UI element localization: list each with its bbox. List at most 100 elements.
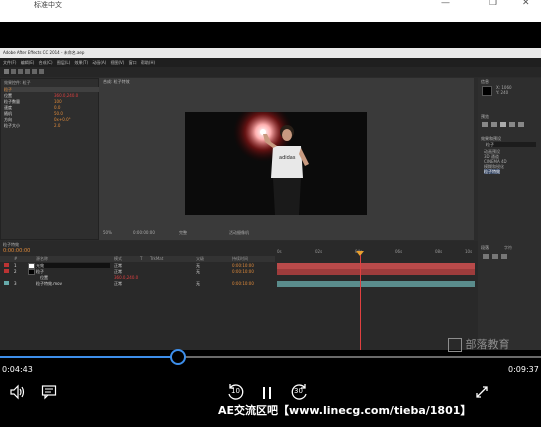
effect-controls-panel: 效果控件: 粒子 粒子 位置 360.0,240.0 粒子数量 100 速度 0… <box>0 78 99 240</box>
effect-value[interactable]: 100 <box>54 99 62 104</box>
align-buttons <box>483 254 535 259</box>
viewer-camera[interactable]: 活动摄像机 <box>229 230 249 235</box>
effect-label: 随机 <box>4 111 12 116</box>
effect-label: 速度 <box>4 105 12 110</box>
fullscreen-icon[interactable] <box>474 384 490 400</box>
effect-value[interactable]: 360.0,240.0 <box>54 93 78 98</box>
menu-item[interactable]: 编辑(E) <box>21 60 35 65</box>
effect-label: 粒子数量 <box>4 99 20 104</box>
total-time: 0:09:37 <box>508 365 539 374</box>
play-icon[interactable] <box>500 122 506 127</box>
effect-rows: 粒子 位置 360.0,240.0 粒子数量 100 速度 0.0 随机 50.… <box>1 87 100 132</box>
last-frame-icon[interactable] <box>518 122 524 127</box>
info-tab[interactable]: 信息 <box>481 79 489 84</box>
col-header: 父级 <box>196 256 204 261</box>
col-header: # <box>14 256 18 261</box>
preview-tab[interactable]: 预览 <box>481 114 489 119</box>
ae-toolbar <box>0 67 541 77</box>
menu-item[interactable]: 动画(A) <box>92 60 106 65</box>
panel-header: 效果控件: 粒子 <box>4 80 31 85</box>
video-caption: AE交流区吧【www.linecg.com/tieba/1801】 <box>218 404 472 417</box>
watermark-logo: 部落教育 <box>448 336 510 352</box>
timeline-tab[interactable]: 粒子特效 <box>3 242 19 247</box>
right-panels: 信息 X: 1060 Y: 240 预览 效果和预设 粒子 动画预设 3D 通道… <box>478 78 541 244</box>
col-header: 模式 <box>114 256 122 261</box>
selection-tool-icon[interactable] <box>4 69 9 74</box>
video-figure-image: adidas <box>185 112 367 215</box>
col-header: TrkMat <box>150 256 164 261</box>
viewer-tab[interactable]: 合成: 粒子特效 <box>103 79 130 84</box>
col-header: 持续时间 <box>232 256 248 261</box>
character-tab[interactable]: 字符 <box>504 245 512 250</box>
timeline-headers: # 源名称 模式 T TrkMat 父级 持续时间 <box>0 256 275 262</box>
prev-frame-icon[interactable] <box>491 122 497 127</box>
layer-row[interactable]: 3 粒子特效.mov 正常 无 0:00:10:00 <box>0 281 275 287</box>
effect-label: 粒子大小 <box>4 123 20 128</box>
volume-icon[interactable] <box>9 384 25 400</box>
restore-icon[interactable]: ❐ <box>489 0 497 8</box>
align-right-icon[interactable] <box>501 254 507 259</box>
current-time-indicator[interactable] <box>360 255 361 350</box>
ae-menu-bar: 文件(F) 编辑(E) 合成(C) 图层(L) 效果(T) 动画(A) 视图(V… <box>0 58 541 67</box>
hand-tool-icon[interactable] <box>11 69 16 74</box>
info-coords: X: 1060 Y: 240 <box>496 85 512 95</box>
viewer-timecode[interactable]: 0:00:00:00 <box>133 230 155 235</box>
ae-window-title: Adobe After Effects CC 2014 - 未命名.aep <box>0 48 541 58</box>
menu-item[interactable]: 图层(L) <box>57 60 70 65</box>
col-header: 源名称 <box>36 256 48 261</box>
time-ruler[interactable]: 0s 02s 04s 06s 08s 10s <box>277 249 475 255</box>
timeline-timecode[interactable]: 0:00:00:00 <box>3 249 30 254</box>
effects-search-input[interactable]: 粒子 <box>486 142 536 147</box>
effect-label: 位置 <box>4 93 12 98</box>
close-icon[interactable]: ✕ <box>522 0 530 8</box>
zoom-tool-icon[interactable] <box>18 69 23 74</box>
progress-fill <box>0 356 178 358</box>
effects-item-selected[interactable]: 粒子特效 <box>484 169 500 174</box>
pen-tool-icon[interactable] <box>32 69 37 74</box>
viewer-zoom[interactable]: 50% <box>103 230 112 235</box>
current-time: 0:04:43 <box>2 365 33 374</box>
layer-bar[interactable] <box>277 281 475 287</box>
next-frame-icon[interactable] <box>509 122 515 127</box>
forward-label: 30 <box>294 387 303 395</box>
menu-item[interactable]: 窗口 <box>129 60 137 65</box>
minimize-icon[interactable]: — <box>441 0 450 8</box>
timeline-panel: 粒子特效 0:00:00:00 # 源名称 模式 T TrkMat 父级 持续时… <box>0 241 478 350</box>
align-left-icon[interactable] <box>483 254 489 259</box>
danmaku-icon[interactable] <box>41 384 57 400</box>
menu-item[interactable]: 效果(T) <box>74 60 88 65</box>
ae-window: Adobe After Effects CC 2014 - 未命名.aep 文件… <box>0 48 541 350</box>
first-frame-icon[interactable] <box>482 122 488 127</box>
player-top-bar: 标准中文 — ❐ ✕ <box>0 0 541 22</box>
menu-item[interactable]: 视图(V) <box>110 60 124 65</box>
pause-icon[interactable] <box>260 385 274 399</box>
effect-value[interactable]: 50.0 <box>54 111 63 116</box>
svg-text:adidas: adidas <box>279 155 296 161</box>
layer-bar[interactable] <box>277 269 475 275</box>
effect-value[interactable]: 2.0 <box>54 123 60 128</box>
menu-item[interactable]: 合成(C) <box>39 60 53 65</box>
menu-item[interactable]: 帮助(H) <box>141 60 155 65</box>
rewind-10-icon[interactable]: 10 <box>226 383 244 401</box>
col-header: T <box>140 256 143 261</box>
effect-label[interactable]: 粒子 <box>4 87 12 92</box>
effect-value[interactable]: 0x+0.0° <box>54 117 71 122</box>
color-swatch <box>482 86 492 96</box>
progress-knob[interactable] <box>170 349 186 365</box>
paragraph-panel: 段落 字符 <box>478 244 541 350</box>
composition-viewer: 合成: 粒子特效 adidas 50% 0:00:00:00 完整 活动摄像机 <box>99 78 474 240</box>
viewer-resolution[interactable]: 完整 <box>179 230 187 235</box>
effects-presets-tab[interactable]: 效果和预设 <box>481 136 501 141</box>
rotate-tool-icon[interactable] <box>25 69 30 74</box>
forward-30-icon[interactable]: 30 <box>291 383 309 401</box>
text-tool-icon[interactable] <box>39 69 44 74</box>
player-title: 标准中文 <box>34 1 62 9</box>
effect-label: 方向 <box>4 117 12 122</box>
effect-value[interactable]: 0.0 <box>54 105 60 110</box>
menu-item[interactable]: 文件(F) <box>3 60 16 65</box>
rewind-label: 10 <box>231 387 240 395</box>
paragraph-tab[interactable]: 段落 <box>481 245 489 250</box>
video-frame[interactable]: adidas <box>185 112 367 215</box>
preview-controls <box>482 122 536 128</box>
align-center-icon[interactable] <box>492 254 498 259</box>
